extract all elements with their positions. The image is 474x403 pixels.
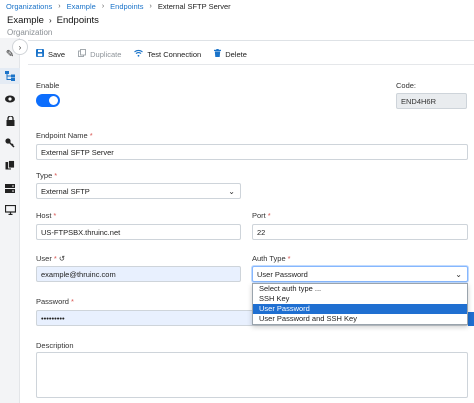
toolbar: Save Duplicate Test Connection Delete [36,48,260,60]
delete-label: Delete [225,49,247,59]
duplicate-button[interactable]: Duplicate [78,49,121,59]
files-icon[interactable] [4,159,16,171]
auth-type-dropdown: Select auth type ... SSH Key User Passwo… [252,283,468,325]
host-input[interactable]: US-FTPSBX.thruinc.net [36,224,241,240]
wifi-icon [134,49,144,59]
auth-option-ssh-key[interactable]: SSH Key [253,294,467,304]
page-title-current: Endpoints [56,15,99,26]
description-label: Description [36,341,74,350]
required-marker: * [267,211,271,220]
delete-button[interactable]: Delete [214,49,247,59]
auth-type-label: Auth Type * [252,254,291,263]
breadcrumb-example[interactable]: Example [67,2,96,11]
eye-icon[interactable] [4,93,16,105]
header-divider [28,40,474,41]
breadcrumb-separator-icon: › [149,2,152,10]
breadcrumb-separator-icon: › [58,2,61,10]
breadcrumb-organizations[interactable]: Organizations [6,2,52,11]
user-label: User * ↺ [36,254,65,263]
app-root: Organizations › Example › Endpoints › Ex… [0,0,474,403]
type-label-text: Type [36,171,53,180]
page-subtitle: Organization [7,28,53,37]
save-icon [36,49,44,59]
description-textarea[interactable] [36,352,468,398]
server-icon[interactable] [4,182,16,194]
endpoint-name-input[interactable]: External SFTP Server [36,144,468,160]
password-label-text: Password [36,297,69,306]
enable-label: Enable [36,81,60,90]
required-marker: * [54,171,58,180]
type-label: Type * [36,171,57,180]
duplicate-label: Duplicate [90,49,122,59]
key-icon[interactable] [4,137,16,149]
toolbar-divider [28,64,474,65]
hierarchy-icon[interactable] [0,68,20,84]
user-label-text: User [36,254,52,263]
auth-option-user-password[interactable]: User Password [253,304,467,314]
user-input[interactable]: example@thruinc.com [36,266,241,282]
save-label: Save [48,49,66,59]
copy-icon [78,49,87,59]
auth-type-select[interactable]: User Password ⌄ [252,266,468,282]
save-button[interactable]: Save [36,49,65,59]
password-toggle-button[interactable] [468,312,474,326]
host-label: Host * [36,211,56,220]
endpoint-name-label: Endpoint Name * [36,131,93,140]
breadcrumb-separator-icon: › [101,2,105,10]
trash-icon [214,49,222,59]
auth-type-select-value: User Password [257,269,308,279]
required-marker: * [70,297,74,306]
test-connection-label: Test Connection [147,49,202,59]
host-label-text: Host [36,211,52,220]
lock-icon[interactable] [4,115,16,127]
edit-icon[interactable]: ✎ [4,48,16,60]
chevron-down-icon: ⌄ [455,270,462,279]
type-select[interactable]: External SFTP ⌄ [36,183,241,199]
port-label-text: Port [252,211,266,220]
auth-option-select[interactable]: Select auth type ... [253,284,467,294]
port-label: Port * [252,211,271,220]
required-marker: * [287,254,291,263]
chevron-down-icon: ⌄ [228,187,235,196]
toggle-knob [49,96,58,105]
breadcrumb-endpoints[interactable]: Endpoints [110,2,143,11]
required-marker: * [53,254,57,263]
breadcrumb: Organizations › Example › Endpoints › Ex… [6,0,231,12]
auth-option-user-password-ssh-key[interactable]: User Password and SSH Key [253,314,467,324]
password-label: Password * [36,297,74,306]
page-title-parent: Example [7,15,44,26]
endpoint-name-label-text: Endpoint Name [36,131,88,140]
code-label: Code: [396,81,417,90]
page-title: Example › Endpoints [7,15,99,26]
code-field: END4H6R [396,93,467,109]
required-marker: * [53,211,57,220]
reset-icon[interactable]: ↺ [59,254,65,263]
breadcrumb-current: External SFTP Server [157,1,231,11]
test-connection-button[interactable]: Test Connection [134,49,201,59]
required-marker: * [89,131,93,140]
type-select-value: External SFTP [41,186,90,196]
title-separator-icon: › [48,16,52,25]
port-input[interactable]: 22 [252,224,468,240]
enable-toggle[interactable] [36,94,60,107]
monitor-icon[interactable] [4,204,16,216]
auth-type-label-text: Auth Type [252,254,286,263]
